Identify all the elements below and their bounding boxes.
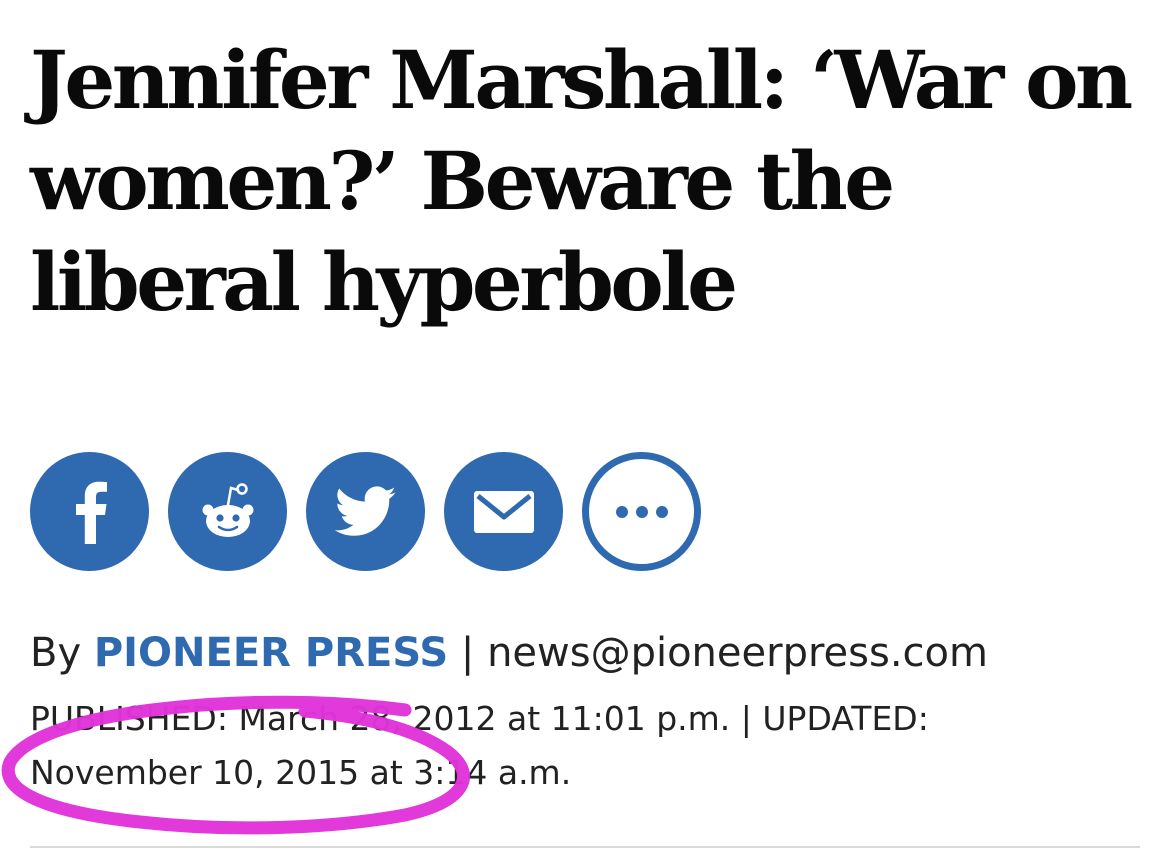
date-separator: | <box>730 699 763 738</box>
share-reddit-button[interactable] <box>168 452 287 571</box>
share-twitter-button[interactable] <box>306 452 425 571</box>
share-bar <box>30 452 701 571</box>
twitter-icon <box>334 485 396 536</box>
share-more-button[interactable] <box>582 452 701 571</box>
byline-prefix: By <box>30 630 94 676</box>
byline-separator: | <box>448 630 488 676</box>
published-date: March 28, 2012 at 11:01 p.m. <box>238 699 731 738</box>
reddit-icon <box>202 482 253 537</box>
byline: By PIONEER PRESS | news@pioneerpress.com <box>30 627 988 679</box>
facebook-icon <box>75 481 107 544</box>
email-icon <box>473 490 534 533</box>
author-email[interactable]: news@pioneerpress.com <box>487 630 988 676</box>
published-label: PUBLISHED: <box>30 699 228 738</box>
article-headline: Jennifer Marshall: ‘War on women?’ Bewar… <box>30 33 1133 329</box>
author-link[interactable]: PIONEER PRESS <box>94 630 448 676</box>
divider <box>30 846 1140 848</box>
publish-dates: PUBLISHED: March 28, 2012 at 11:01 p.m. … <box>30 692 1030 800</box>
updated-date: November 10, 2015 at 3:14 a.m. <box>30 753 572 792</box>
share-facebook-button[interactable] <box>30 452 149 571</box>
updated-label: UPDATED: <box>762 699 929 738</box>
more-icon <box>615 505 668 518</box>
share-email-button[interactable] <box>444 452 563 571</box>
